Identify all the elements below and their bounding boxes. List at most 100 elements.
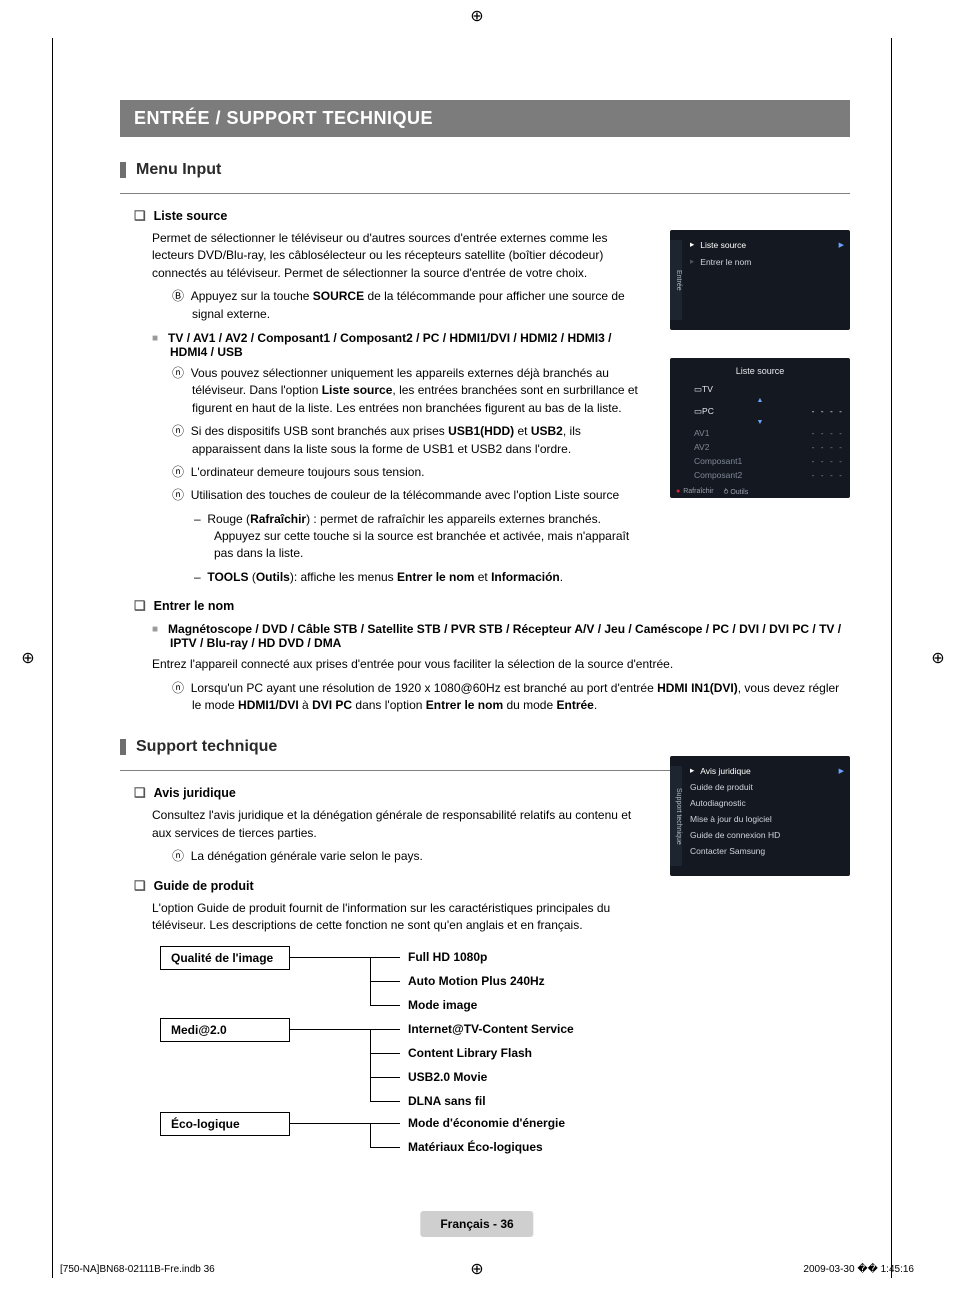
tree-conn <box>370 1005 400 1006</box>
osd-foot-refresh: Rafraîchir <box>676 488 714 496</box>
tree-box-eco: Éco-logique <box>160 1112 290 1136</box>
note-hdmi-dvi-pc: ⓝ Lorsqu'un PC ayant une résolution de 1… <box>172 680 850 715</box>
tree-leaf-6: USB2.0 Movie <box>408 1070 487 1084</box>
osd-arrow-up: ▲ <box>676 397 844 404</box>
note-icon: ⓝ <box>172 849 184 863</box>
section-title-bar: ENTRÉE / SUPPORT TECHNIQUE <box>120 100 850 137</box>
osd-sidebar-tab: Entrée <box>670 240 682 320</box>
tree-conn <box>370 981 400 982</box>
page-footer-pill: Français - 36 <box>420 1211 533 1237</box>
registration-mark-top: ⊕ <box>467 6 487 26</box>
note-icon: ⓝ <box>172 424 184 438</box>
tree-conn <box>290 957 370 958</box>
osd-src-tv: ▭ TV <box>676 382 844 397</box>
note-usb-order: ⓝ Si des dispositifs USB sont branchés a… <box>172 423 640 458</box>
heading-text: Menu Input <box>136 161 221 179</box>
heading-support: Support technique <box>120 738 850 756</box>
osd-item-hdguide: Guide de connexion HD <box>676 827 844 843</box>
osd-foot-tools: ⥁ Outils <box>724 488 749 496</box>
tree-conn <box>370 1053 400 1054</box>
legal-desc: Consultez l'avis juridique et la dénégat… <box>152 807 640 842</box>
dash-icon: – <box>194 570 201 584</box>
tree-leaf-1: Full HD 1080p <box>408 950 487 964</box>
tree-conn <box>370 1147 400 1148</box>
osd-item-legal: ▸Avis juridique <box>676 762 844 779</box>
print-footer-left: [750-NA]BN68-02111B-Fre.indb 36 <box>60 1264 215 1275</box>
heading-text: Support technique <box>136 738 277 756</box>
crop-line-left <box>52 38 53 1278</box>
osd-item-swupdate: Mise à jour du logiciel <box>676 811 844 827</box>
osd-screenshot-support: Support technique ▸Avis juridique Guide … <box>670 756 850 876</box>
tree-leaf-3: Mode image <box>408 998 477 1012</box>
tree-conn <box>370 1123 400 1124</box>
tree-conn <box>370 1029 400 1030</box>
tree-leaf-7: DLNA sans fil <box>408 1094 486 1108</box>
note-colour-keys: ⓝ Utilisation des touches de couleur de … <box>172 487 640 504</box>
sub-guide: Guide de produit <box>134 878 640 894</box>
sub-legal: Avis juridique <box>134 785 640 801</box>
note-select-only-connected: ⓝ Vous pouvez sélectionner uniquement le… <box>172 365 640 417</box>
osd-item-guide: Guide de produit <box>676 779 844 795</box>
note-icon: ⓝ <box>172 488 184 502</box>
tree-leaf-5: Content Library Flash <box>408 1046 532 1060</box>
sub-edit-name: Entrer le nom <box>134 598 850 614</box>
feature-tree: Qualité de l'image Medi@2.0 Éco-logique … <box>160 946 850 1166</box>
osd-screenshot-source-list: Liste source ▭ TV ▲ ▭ PC- - - - ▼ AV1- -… <box>670 358 850 498</box>
page-content: ENTRÉE / SUPPORT TECHNIQUE Menu Input En… <box>120 100 850 1166</box>
note-icon: ⓝ <box>172 465 184 479</box>
dash-refresh: – Rouge (Rafraîchir) : permet de rafraîc… <box>194 511 640 563</box>
registration-mark-bottom: ⊕ <box>467 1259 487 1279</box>
tree-leaf-2: Auto Motion Plus 240Hz <box>408 974 545 988</box>
osd-arrow-down: ▼ <box>676 419 844 426</box>
tree-conn <box>370 957 400 958</box>
tree-conn <box>370 1101 400 1102</box>
print-footer-right: 2009-03-30 �� 1:45:16 <box>803 1264 914 1275</box>
registration-mark-left: ⊕ <box>18 648 38 668</box>
edit-name-desc: Entrez l'appareil connecté aux prises d'… <box>152 656 850 673</box>
osd-item-contact: Contacter Samsung <box>676 843 844 859</box>
osd-src-pc: ▭ PC- - - - <box>676 404 844 419</box>
column-left-2: Avis juridique Consultez l'avis juridiqu… <box>120 785 640 934</box>
osd-item-edit-name: ▸Entrer le nom <box>676 253 844 270</box>
tree-conn <box>370 1029 371 1101</box>
note-legal-varies: ⓝ La dénégation générale varie selon le … <box>172 848 640 865</box>
osd-src-av1: AV1- - - - <box>676 426 844 440</box>
dash-tools: – TOOLS (Outils): affiche les menus Entr… <box>194 569 640 586</box>
tree-leaf-8: Mode d'économie d'énergie <box>408 1116 565 1130</box>
tree-conn <box>290 1123 370 1124</box>
osd-sidebar-tab: Support technique <box>670 766 682 866</box>
remote-icon: Ⓑ <box>172 289 184 303</box>
note-pc-always-on: ⓝ L'ordinateur demeure toujours sous ten… <box>172 464 640 481</box>
heading-tick <box>120 162 126 178</box>
crop-line-right <box>891 38 892 1278</box>
edit-name-devices: Magnétoscope / DVD / Câble STB / Satelli… <box>152 622 850 650</box>
registration-mark-right: ⊕ <box>928 648 948 668</box>
source-list-desc: Permet de sélectionner le téléviseur ou … <box>152 230 640 282</box>
osd-src-av2: AV2- - - - <box>676 440 844 454</box>
note-press-source: Ⓑ Appuyez sur la touche SOURCE de la tél… <box>172 288 640 323</box>
tree-leaf-9: Matériaux Éco-logiques <box>408 1140 543 1154</box>
tree-conn <box>290 1029 370 1030</box>
guide-desc: L'option Guide de produit fournit de l'i… <box>152 900 640 935</box>
osd-screenshot-input-menu: Entrée ▸Liste source ▸Entrer le nom <box>670 230 850 330</box>
sub-source-list: Liste source <box>134 208 640 224</box>
heading-tick <box>120 739 126 755</box>
osd-item-source-list: ▸Liste source <box>676 236 844 253</box>
tree-box-media: Medi@2.0 <box>160 1018 290 1042</box>
osd-footer: Rafraîchir ⥁ Outils <box>676 482 844 496</box>
tree-leaf-4: Internet@TV-Content Service <box>408 1022 574 1036</box>
osd-src-comp2: Composant2- - - - <box>676 468 844 482</box>
osd-item-selfdiag: Autodiagnostic <box>676 795 844 811</box>
tree-conn <box>370 1123 371 1147</box>
source-options: TV / AV1 / AV2 / Composant1 / Composant2… <box>152 331 640 359</box>
heading-menu-input: Menu Input <box>120 161 850 179</box>
tree-conn <box>370 1077 400 1078</box>
note-icon: ⓝ <box>172 366 184 380</box>
tree-box-picture: Qualité de l'image <box>160 946 290 970</box>
column-left-1: Liste source Permet de sélectionner le t… <box>120 208 640 586</box>
osd-title: Liste source <box>676 364 844 382</box>
dash-icon: – <box>194 512 201 526</box>
osd-src-comp1: Composant1- - - - <box>676 454 844 468</box>
heading-divider <box>120 193 850 194</box>
note-icon: ⓝ <box>172 681 184 695</box>
